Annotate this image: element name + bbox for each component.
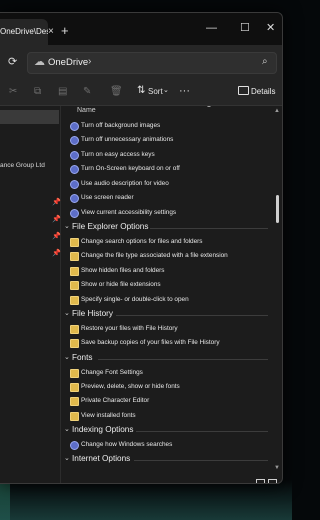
folder-options-icon: [70, 267, 79, 276]
file-history-icon: [70, 325, 79, 334]
new-tab-button[interactable]: +: [61, 24, 69, 37]
chevron-down-icon[interactable]: ⌄: [64, 425, 70, 433]
address-location[interactable]: OneDrive: [48, 57, 88, 68]
control-panel-icon: [70, 209, 79, 218]
file-history-icon: [70, 339, 79, 348]
chevron-right-icon[interactable]: ›: [88, 56, 91, 67]
more-options-button[interactable]: ···: [179, 85, 190, 97]
group-divider: [136, 431, 268, 432]
refresh-icon[interactable]: ⟳: [8, 55, 17, 68]
nav-selected-item[interactable]: [0, 110, 59, 124]
indexing-options-icon: [70, 441, 79, 450]
copy-icon[interactable]: ⧉: [34, 86, 41, 97]
address-bar[interactable]: ☁ OneDrive › ⌕: [27, 52, 277, 74]
control-panel-icon: [70, 165, 79, 174]
tab-close-icon[interactable]: ×: [48, 26, 54, 37]
desktop-background-bottom: [0, 480, 292, 520]
fonts-icon: [70, 369, 79, 378]
control-panel-icon: [70, 180, 79, 189]
rename-icon[interactable]: ✎: [83, 86, 91, 97]
maximize-button[interactable]: ☐: [240, 23, 250, 34]
column-header-name[interactable]: Name: [77, 107, 96, 114]
minimize-button[interactable]: —: [206, 23, 217, 34]
paste-icon[interactable]: ▤: [58, 86, 67, 97]
navigation-pane: ance Group Ltd 📌 📌 📌 📌: [0, 106, 61, 483]
pin-icon: 📌: [52, 250, 61, 257]
sort-button[interactable]: Sort: [148, 87, 163, 96]
chevron-down-icon[interactable]: ⌄: [64, 454, 70, 462]
folder-options-icon: [70, 238, 79, 247]
control-panel-icon: [70, 151, 79, 160]
folder-options-icon: [70, 296, 79, 305]
pin-icon: 📌: [52, 216, 61, 223]
scroll-up-arrow[interactable]: ▲: [274, 108, 280, 114]
fonts-icon: [70, 397, 79, 406]
cut-icon[interactable]: ✂: [9, 86, 17, 97]
chevron-down-icon[interactable]: ⌄: [64, 353, 70, 361]
group-divider: [150, 228, 268, 229]
scrollbar-thumb[interactable]: [276, 195, 279, 223]
fonts-icon: [70, 383, 79, 392]
control-panel-icon: [70, 136, 79, 145]
sort-chevron-down-icon[interactable]: ⌄: [163, 86, 169, 94]
sort-up-icon: ▲: [206, 106, 212, 109]
cloud-icon: ☁: [34, 56, 45, 68]
address-row: ⟳ ☁ OneDrive › ⌕: [0, 45, 282, 79]
scroll-down-arrow[interactable]: ▼: [274, 465, 280, 471]
tab-onedrive[interactable]: OneDrive\Desk: [0, 19, 48, 45]
file-explorer-window: OneDrive\Desk × + — ☐ ✕ ⟳ ☁ OneDrive › ⌕…: [0, 12, 283, 484]
details-pane-icon[interactable]: [238, 86, 249, 95]
command-bar: ✂ ⧉ ▤ ✎ 🗑 ⇅ Sort ⌄ ··· Details: [0, 79, 282, 106]
pin-icon: 📌: [52, 199, 61, 206]
group-divider: [116, 315, 268, 316]
group-divider: [134, 460, 268, 461]
chevron-down-icon[interactable]: ⌄: [64, 222, 70, 230]
file-list: ▲ Name Turn off background images Turn o…: [61, 106, 274, 476]
pin-icon: 📌: [52, 233, 61, 240]
control-panel-icon: [70, 194, 79, 203]
chevron-down-icon[interactable]: ⌄: [64, 309, 70, 317]
group-divider: [98, 359, 268, 360]
search-icon[interactable]: ⌕: [262, 56, 268, 67]
details-button[interactable]: Details: [251, 87, 275, 96]
tab-strip: OneDrive\Desk × + — ☐ ✕: [0, 13, 282, 45]
folder-options-icon: [70, 252, 79, 261]
details-view-button[interactable]: [256, 479, 265, 483]
sort-icon[interactable]: ⇅: [137, 85, 145, 96]
fonts-icon: [70, 412, 79, 421]
tiles-view-button[interactable]: [268, 479, 277, 483]
folder-options-icon: [70, 281, 79, 290]
nav-item-group[interactable]: ance Group Ltd: [0, 162, 45, 169]
delete-icon[interactable]: 🗑: [110, 86, 123, 97]
close-window-button[interactable]: ✕: [266, 23, 275, 34]
control-panel-icon: [70, 122, 79, 131]
